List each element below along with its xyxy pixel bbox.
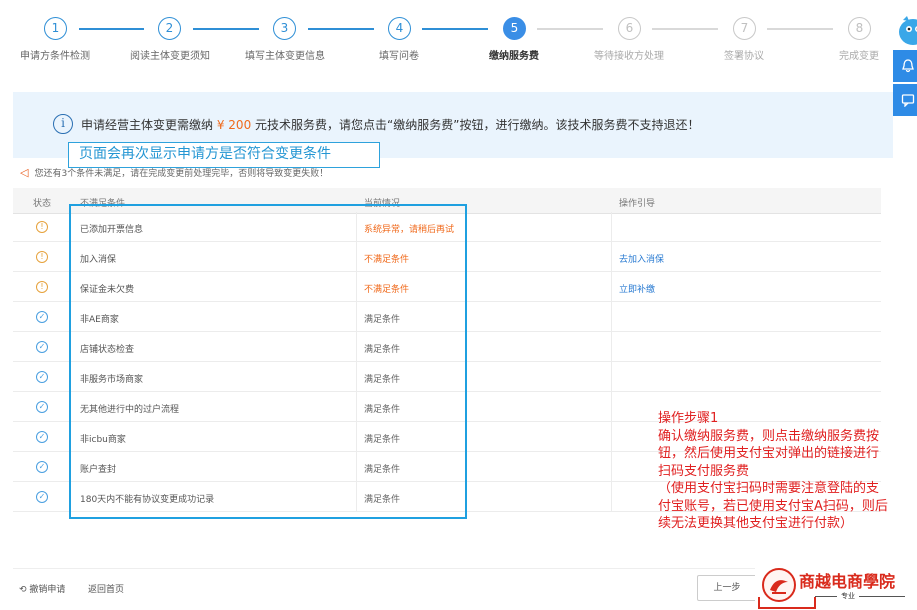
annotation-step: 确认缴纳服务费，则点击缴纳服务费按钮，然后使用支付宝对弹出的链接进行扫码支付服务…: [658, 428, 880, 479]
check-icon: ✓: [36, 401, 48, 413]
cell-divider: [611, 242, 612, 272]
unmet-conditions-warning: ◁ 您还有3个条件未满足，请在完成变更前处理完毕，否则将导致变更失败！: [20, 166, 328, 179]
step-5-label: 缴纳服务费: [489, 51, 539, 62]
cell-divider: [611, 452, 612, 482]
check-icon: ✓: [36, 431, 48, 443]
check-icon: ✓: [36, 491, 48, 503]
notice-text-before: 申请经营主体变更需缴纳: [81, 118, 214, 132]
annotation-note: （使用支付宝扫码时需要注意登陆的支付宝账号，若已使用支付宝A扫码，则后续无法更换…: [658, 481, 888, 531]
cell-divider: [611, 392, 612, 422]
warning-text: 您还有3个条件未满足，请在完成变更前处理完毕，否则将导致变更失败！: [34, 169, 329, 179]
step-1-indicator: 1: [44, 17, 67, 40]
cell-divider: [611, 332, 612, 362]
step-connector: [537, 28, 603, 30]
step-2-label: 阅读主体变更须知: [130, 51, 210, 62]
check-icon: ✓: [36, 461, 48, 473]
logo-subtitle: 专业: [837, 591, 859, 601]
highlight-frame: [69, 204, 467, 519]
step-2-indicator: 2: [158, 17, 181, 40]
step-connector: [308, 28, 374, 30]
pay-deposit-link[interactable]: 立即补缴: [619, 282, 655, 295]
tip-callout: 页面会再次显示申请方是否符合变更条件: [68, 142, 380, 168]
back-arrow-icon: ⟲: [19, 585, 27, 595]
previous-step-button[interactable]: 上一步: [697, 575, 757, 601]
join-consumer-protection-link[interactable]: 去加入消保: [619, 252, 664, 265]
speaker-icon: ◁: [20, 166, 29, 179]
cell-divider: [611, 362, 612, 392]
revoke-application-button[interactable]: ⟲ 撤销申请: [19, 582, 65, 595]
step-3-label: 填写主体变更信息: [245, 51, 325, 62]
step-6-label: 等待接收方处理: [594, 51, 664, 62]
cell-divider: [611, 302, 612, 332]
step-5-indicator: 5: [503, 17, 526, 40]
step-4-indicator: 4: [388, 17, 411, 40]
chat-icon[interactable]: [893, 84, 917, 116]
logo-seal-icon: [762, 568, 796, 602]
step-4-label: 填写问卷: [379, 51, 419, 62]
step-1-label: 申请方条件检测: [20, 51, 90, 62]
step-connector: [193, 28, 259, 30]
step-connector: [767, 28, 833, 30]
info-icon: i: [53, 114, 73, 134]
step-8-indicator: 8: [848, 17, 871, 40]
cell-divider: [611, 482, 612, 512]
revoke-label: 撤销申请: [29, 585, 66, 595]
logo-rule: [815, 596, 905, 597]
step-connector: [652, 28, 718, 30]
annotation-title: 操作步骤1: [658, 411, 719, 426]
cell-divider: [611, 272, 612, 302]
step-7-label: 签署协议: [724, 51, 764, 62]
notice-text-after: 元技术服务费，请您点击“缴纳服务费”按钮，进行缴纳。该技术服务费不支持退还！: [255, 118, 700, 132]
bell-icon[interactable]: [893, 50, 917, 82]
instruction-annotation: 操作步骤1 确认缴纳服务费，则点击缴纳服务费按钮，然后使用支付宝对弹出的链接进行…: [658, 410, 888, 533]
step-connector: [422, 28, 488, 30]
notice-text: 申请经营主体变更需缴纳 ¥ 200 元技术服务费，请您点击“缴纳服务费”按钮，进…: [81, 116, 699, 133]
logo-name: 商越电商學院: [799, 572, 896, 591]
cell-divider: [611, 212, 612, 242]
warning-icon: !: [36, 281, 48, 293]
mascot-icon[interactable]: [897, 14, 917, 48]
check-icon: ✓: [36, 311, 48, 323]
header-status: 状态: [33, 199, 52, 209]
warning-icon: !: [36, 251, 48, 263]
return-home-link[interactable]: 返回首页: [88, 582, 124, 595]
fee-amount: ¥ 200: [216, 118, 252, 132]
warning-icon: !: [36, 221, 48, 233]
cell-divider: [611, 422, 612, 452]
step-6-indicator: 6: [618, 17, 641, 40]
brand-logo: 商越电商學院 专业: [755, 565, 917, 610]
check-icon: ✓: [36, 371, 48, 383]
progress-steps: 1 2 3 4 5 6 7 8 申请方条件检测 阅读主体变更须知 填写主体变更信…: [0, 0, 917, 80]
step-7-indicator: 7: [733, 17, 756, 40]
check-icon: ✓: [36, 341, 48, 353]
header-guide: 操作引导: [619, 199, 656, 209]
step-3-indicator: 3: [273, 17, 296, 40]
step-connector: [79, 28, 144, 30]
